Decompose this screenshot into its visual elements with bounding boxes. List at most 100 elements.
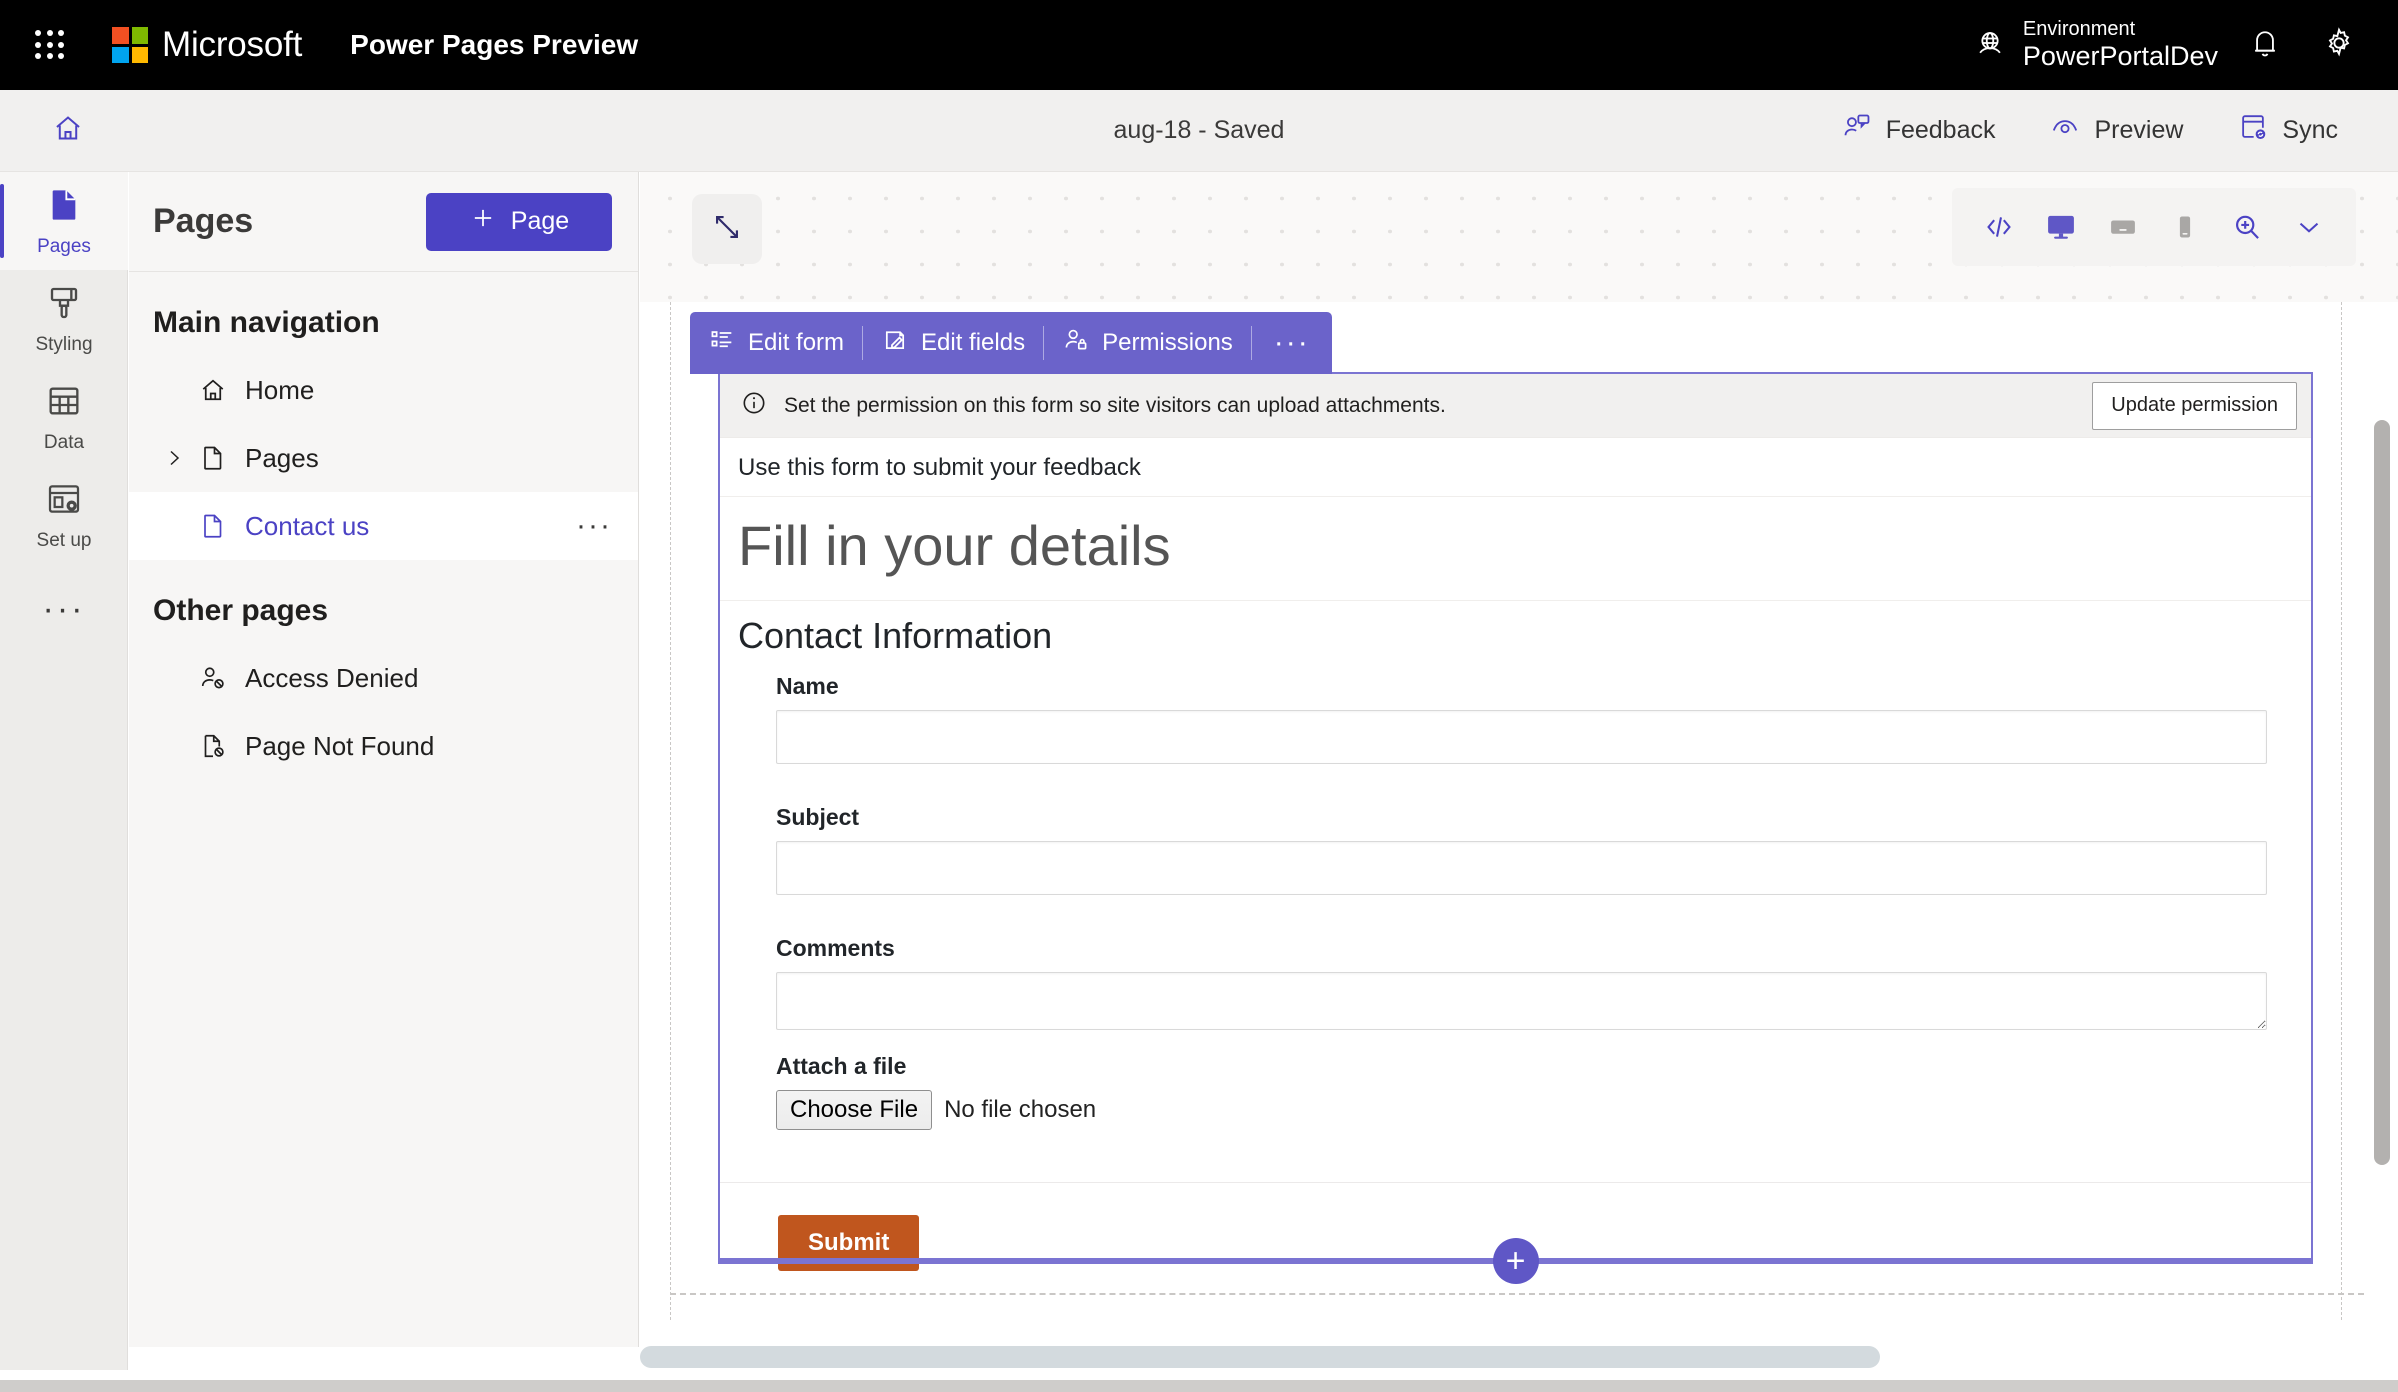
- section-title-other-pages: Other pages: [153, 594, 329, 627]
- window-bottom-edge: [0, 1380, 2398, 1392]
- chevron-right-icon[interactable]: [157, 446, 191, 470]
- sidebar-item-styling[interactable]: Styling: [0, 270, 128, 368]
- table-icon: [44, 381, 84, 427]
- comments-textarea[interactable]: [776, 972, 2267, 1030]
- choose-file-button[interactable]: Choose File: [776, 1090, 933, 1130]
- form-subheading: Contact Information: [738, 615, 1053, 656]
- form-field-name: Name: [720, 667, 2311, 764]
- page-icon: [191, 443, 235, 473]
- canvas-vertical-scrollbar[interactable]: [2374, 420, 2390, 1165]
- site-action-bar: aug-18 - Saved Feedback Preview Sync: [0, 90, 2398, 172]
- page-icon: [191, 511, 235, 541]
- sidebar-item-label: Page Not Found: [245, 730, 435, 761]
- sync-button[interactable]: Sync: [2221, 103, 2354, 159]
- feedback-button[interactable]: Feedback: [1825, 103, 2012, 159]
- form-field-comments: Comments: [720, 929, 2311, 1035]
- field-label: Name: [776, 673, 839, 699]
- chevron-down-icon[interactable]: [2282, 200, 2336, 254]
- globe-icon: [1973, 28, 2007, 62]
- settings-button[interactable]: [2302, 0, 2376, 90]
- file-input-row: Choose File No file chosen: [776, 1090, 2267, 1130]
- permissions-button[interactable]: Permissions: [1044, 312, 1251, 374]
- sidebar-item-label: Contact us: [245, 510, 370, 541]
- page-context-menu-button[interactable]: ···: [576, 511, 612, 541]
- device-preview-toolbar: [1952, 188, 2356, 266]
- add-section-button[interactable]: +: [1492, 1238, 1539, 1284]
- canvas-horizontal-scrollbar-thumb[interactable]: [640, 1346, 1880, 1368]
- bottom-strip: [0, 1370, 2398, 1380]
- app-title[interactable]: Power Pages Preview: [350, 29, 638, 61]
- sync-icon: [2237, 111, 2282, 150]
- plus-icon: [469, 204, 497, 239]
- page-icon: [44, 185, 84, 231]
- sidebar-more-button[interactable]: ···: [0, 564, 128, 654]
- form-field-attachment: Attach a file Choose File No file chosen: [720, 1035, 2311, 1130]
- home-button[interactable]: [40, 103, 96, 159]
- preview-button[interactable]: Preview: [2033, 103, 2199, 159]
- preview-icon: [2049, 111, 2094, 150]
- brush-icon: [44, 283, 84, 329]
- section-title-main-navigation: Main navigation: [153, 306, 380, 339]
- sidebar-item-pages-node[interactable]: Pages: [129, 424, 638, 492]
- expand-canvas-button[interactable]: [692, 194, 762, 264]
- form-body: Use this form to submit your feedback Fi…: [720, 438, 2311, 1271]
- gear-icon: [2321, 25, 2357, 66]
- sidebar-item-label: Data: [43, 431, 85, 453]
- panel-title: Pages: [153, 202, 254, 240]
- sidebar-item-label: Home: [245, 374, 315, 405]
- microsoft-logo[interactable]: Microsoft: [112, 25, 302, 65]
- permissions-label: Permissions: [1102, 329, 1233, 356]
- notifications-button[interactable]: [2228, 0, 2302, 90]
- environment-picker[interactable]: Environment PowerPortalDev: [1963, 18, 2228, 72]
- edit-fields-icon: [881, 326, 909, 361]
- sidebar-item-label: Pages: [37, 235, 91, 257]
- edit-form-button[interactable]: Edit form: [690, 312, 862, 374]
- permissions-icon: [1062, 326, 1090, 361]
- left-icon-rail: Pages Styling Data Set up ···: [0, 172, 128, 1392]
- preview-label: Preview: [2094, 116, 2184, 144]
- form-component[interactable]: Set the permission on this form so site …: [718, 372, 2313, 1271]
- permission-notification-bar: Set the permission on this form so site …: [720, 374, 2311, 438]
- environment-label: Environment: [2022, 17, 2136, 40]
- permission-message: Set the permission on this form so site …: [784, 393, 1446, 417]
- tablet-icon[interactable]: [2096, 200, 2150, 254]
- name-input[interactable]: [776, 710, 2267, 764]
- subject-input[interactable]: [776, 841, 2267, 895]
- sidebar-item-pages[interactable]: Pages: [0, 172, 128, 270]
- update-permission-button[interactable]: Update permission: [2092, 381, 2297, 430]
- sidebar-item-data[interactable]: Data: [0, 368, 128, 466]
- sidebar-item-label: Pages: [245, 442, 319, 473]
- sidebar-item-access-denied[interactable]: Access Denied: [129, 644, 638, 712]
- edit-form-label: Edit form: [748, 329, 845, 356]
- desktop-icon[interactable]: [2034, 200, 2088, 254]
- mobile-icon[interactable]: [2158, 200, 2212, 254]
- sidebar-item-page-not-found[interactable]: Page Not Found: [129, 712, 638, 780]
- sidebar-item-setup[interactable]: Set up: [0, 466, 128, 564]
- sidebar-item-contact-us[interactable]: Contact us ···: [129, 492, 638, 560]
- action-button-group: Feedback Preview Sync: [1803, 103, 2354, 159]
- add-section-bar: +: [718, 1238, 2313, 1284]
- section-dashed-guide: [670, 1293, 2364, 1295]
- add-page-button[interactable]: Page: [426, 192, 612, 251]
- home-icon: [51, 111, 85, 150]
- sidebar-item-label: Access Denied: [245, 662, 419, 693]
- person-blocked-icon: [191, 663, 235, 693]
- form-intro-text: Use this form to submit your feedback: [720, 438, 2311, 497]
- sidebar-item-label: Styling: [35, 333, 93, 355]
- environment-name: PowerPortalDev: [2022, 40, 2218, 71]
- field-label: Comments: [776, 935, 895, 961]
- app-launcher-icon[interactable]: [22, 17, 78, 73]
- code-icon[interactable]: [1972, 200, 2026, 254]
- sidebar-item-home[interactable]: Home: [129, 356, 638, 424]
- zoom-in-icon[interactable]: [2220, 200, 2274, 254]
- pages-panel: Pages Page Main navigation Home Pages Co…: [129, 172, 639, 1347]
- add-page-label: Page: [510, 207, 570, 235]
- form-more-options-button[interactable]: ···: [1252, 328, 1332, 358]
- field-spacer: [720, 764, 2311, 798]
- edit-fields-label: Edit fields: [921, 329, 1026, 356]
- canvas-horizontal-scrollbar-track[interactable]: [640, 1346, 2398, 1368]
- microsoft-wordmark: Microsoft: [162, 25, 303, 64]
- edit-fields-button[interactable]: Edit fields: [863, 312, 1043, 374]
- form-component-toolbar: Edit form Edit fields Permissions ···: [690, 312, 1332, 374]
- page-blocked-icon: [191, 731, 235, 761]
